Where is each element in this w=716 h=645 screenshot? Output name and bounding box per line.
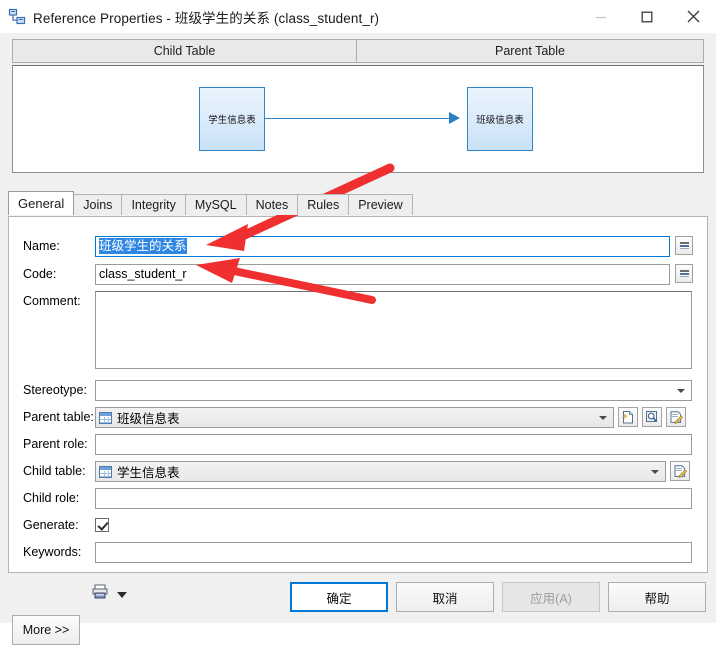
row-name: Name: 班级学生的关系: [23, 236, 693, 257]
row-stereotype: Stereotype:: [23, 380, 692, 401]
window-controls: [578, 0, 716, 33]
child-table-value: 学生信息表: [117, 466, 180, 480]
child-role-label: Child role:: [23, 491, 80, 505]
comment-label: Comment:: [23, 294, 81, 308]
relationship-arrow-icon: [449, 112, 460, 124]
parent-table-label: Parent table:: [23, 410, 94, 424]
parent-role-input[interactable]: [95, 434, 692, 455]
tab-strip: General Joins Integrity MySQL Notes Rule…: [8, 191, 413, 215]
mapping-icon: [679, 270, 689, 277]
close-button[interactable]: [670, 0, 716, 33]
name-label: Name:: [23, 239, 60, 253]
relationship-diagram: Child Table Parent Table 学生信息表 班级信息表: [12, 39, 704, 175]
browse-parent-table-button[interactable]: [642, 407, 662, 427]
row-parent-table: Parent table: 班级信息表: [23, 407, 686, 428]
row-generate: Generate:: [23, 515, 109, 535]
minimize-button[interactable]: [578, 0, 624, 33]
table-icon: [99, 411, 112, 424]
more-button[interactable]: More >>: [12, 615, 80, 645]
tab-mysql[interactable]: MySQL: [184, 194, 247, 215]
tab-general[interactable]: General: [8, 191, 75, 215]
chevron-down-icon: [677, 388, 685, 393]
tab-integrity[interactable]: Integrity: [121, 194, 186, 215]
diagram-entity-child[interactable]: 学生信息表: [199, 87, 265, 151]
maximize-button[interactable]: [624, 0, 670, 33]
tab-notes[interactable]: Notes: [245, 194, 299, 215]
print-icon[interactable]: [92, 584, 108, 599]
dialog-client-area: Child Table Parent Table 学生信息表 班级信息表 Gen…: [0, 33, 716, 645]
general-form: Name: 班级学生的关系 Code: class_student_r Comm…: [9, 217, 709, 574]
table-icon: [99, 465, 112, 478]
stereotype-combo[interactable]: [95, 380, 692, 401]
code-input[interactable]: class_student_r: [95, 264, 670, 285]
parent-role-label: Parent role:: [23, 437, 88, 451]
keywords-label: Keywords:: [23, 545, 82, 559]
row-parent-role: Parent role:: [23, 434, 692, 455]
tab-preview[interactable]: Preview: [348, 194, 413, 215]
create-parent-table-button[interactable]: [618, 407, 638, 427]
reference-icon: [8, 8, 26, 26]
child-table-header: Child Table: [12, 39, 357, 63]
mapping-icon: [679, 242, 689, 249]
row-child-role: Child role:: [23, 488, 692, 509]
tab-rules[interactable]: Rules: [297, 194, 350, 215]
chevron-down-icon: [651, 469, 659, 474]
name-input-value: 班级学生的关系: [99, 238, 187, 254]
window-title: Reference Properties - 班级学生的关系 (class_st…: [33, 10, 380, 26]
tab-joins[interactable]: Joins: [73, 194, 123, 215]
child-role-input[interactable]: [95, 488, 692, 509]
row-child-table: Child table: 学生信息表: [23, 461, 690, 482]
generate-label: Generate:: [23, 518, 79, 532]
diagram-canvas[interactable]: 学生信息表 班级信息表: [12, 65, 704, 173]
parent-table-header: Parent Table: [357, 39, 704, 63]
name-input[interactable]: 班级学生的关系: [95, 236, 670, 257]
parent-table-properties-button[interactable]: [666, 407, 686, 427]
parent-table-combo[interactable]: 班级信息表: [95, 407, 614, 428]
code-mapping-button[interactable]: [675, 264, 693, 283]
keywords-input[interactable]: [95, 542, 692, 563]
cancel-button[interactable]: 取消: [396, 582, 494, 612]
parent-table-value: 班级信息表: [117, 412, 180, 426]
generate-checkbox[interactable]: [95, 518, 109, 532]
stereotype-label: Stereotype:: [23, 383, 87, 397]
comment-textarea[interactable]: [95, 291, 692, 369]
print-dropdown-caret-icon[interactable]: [117, 592, 127, 598]
row-comment: Comment:: [23, 291, 692, 369]
help-button[interactable]: 帮助: [608, 582, 706, 612]
child-table-combo[interactable]: 学生信息表: [95, 461, 666, 482]
chevron-down-icon: [599, 415, 607, 420]
name-mapping-button[interactable]: [675, 236, 693, 255]
tab-page-general: Name: 班级学生的关系 Code: class_student_r Comm…: [8, 216, 708, 573]
relationship-line: [265, 118, 453, 119]
diagram-entity-parent[interactable]: 班级信息表: [467, 87, 533, 151]
row-keywords: Keywords:: [23, 542, 692, 563]
apply-button[interactable]: 应用(A): [502, 582, 600, 612]
child-table-label: Child table:: [23, 464, 86, 478]
title-bar: Reference Properties - 班级学生的关系 (class_st…: [0, 0, 716, 33]
row-code: Code: class_student_r: [23, 264, 693, 285]
ok-button[interactable]: 确定: [290, 582, 388, 612]
child-table-properties-button[interactable]: [670, 461, 690, 481]
diagram-headers: Child Table Parent Table: [12, 39, 704, 63]
code-label: Code:: [23, 267, 57, 281]
